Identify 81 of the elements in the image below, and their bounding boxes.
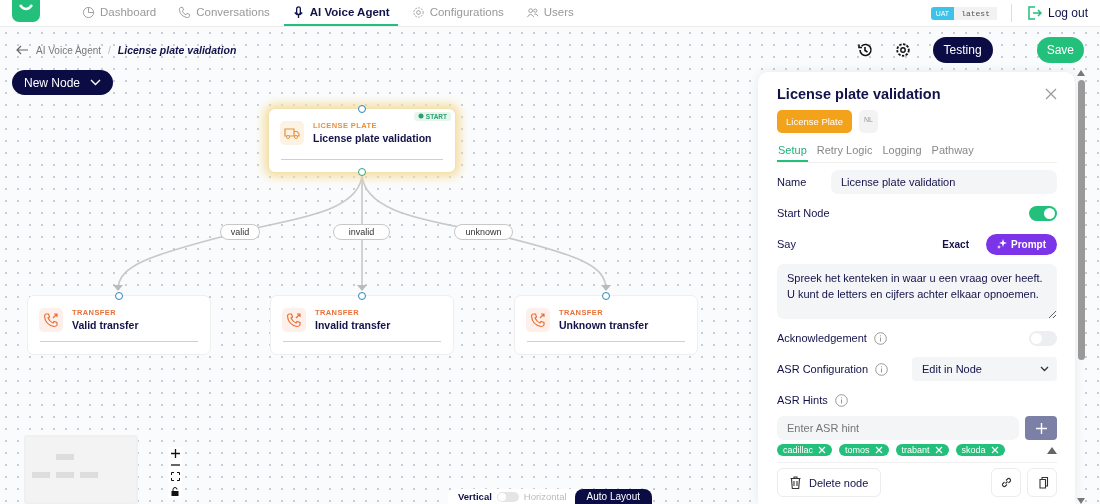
hint-chip: cadillac <box>777 444 832 456</box>
say-text-field[interactable]: Spreek het kenteken in waar u een vraag over heeft. U kunt de letters en cijfers achter elkaar opnoemen. <box>777 264 1057 319</box>
hint-chip: tomos <box>839 444 889 456</box>
chart-icon <box>82 5 95 19</box>
scroll-up-icon[interactable] <box>1047 446 1057 454</box>
name-field[interactable]: License plate validation <box>831 170 1057 194</box>
connection-handle[interactable] <box>115 292 123 300</box>
new-node-button[interactable]: New Node <box>12 70 114 95</box>
node-title: Invalid transfer <box>315 319 391 331</box>
copy-button[interactable] <box>1027 468 1057 497</box>
node-title: Unknown transfer <box>559 319 649 331</box>
connection-handle[interactable] <box>358 292 366 300</box>
phone-icon <box>526 308 550 332</box>
users-icon <box>525 5 539 19</box>
connection-handle[interactable] <box>358 168 366 176</box>
version-badge: latest <box>954 6 997 20</box>
phone-icon <box>282 308 306 332</box>
panel-tab[interactable]: Logging <box>881 142 923 162</box>
node-title: Valid transfer <box>72 319 139 331</box>
breadcrumb-separator: / <box>108 44 111 56</box>
toggle-switch[interactable] <box>1029 205 1057 221</box>
info-icon[interactable] <box>834 393 848 407</box>
trash-icon <box>790 476 801 489</box>
connection-handle[interactable] <box>602 292 610 300</box>
link-button[interactable] <box>991 468 1021 497</box>
panel-tab[interactable]: Retry Logic <box>815 142 874 162</box>
breadcrumb-current: License plate validation <box>117 44 237 56</box>
history-icon[interactable] <box>856 42 873 58</box>
scroll-up-icon[interactable] <box>1077 70 1085 76</box>
vertical-label: Vertical <box>458 491 492 502</box>
info-icon[interactable] <box>875 362 889 376</box>
back-arrow-icon[interactable] <box>16 45 29 55</box>
chevron-down-icon <box>90 79 102 86</box>
field-label: ASR Hints <box>777 394 828 406</box>
logout-icon <box>1025 5 1042 21</box>
edge-label: invalid <box>333 224 390 240</box>
link-icon <box>999 476 1013 489</box>
hint-chip: trabant <box>895 444 949 456</box>
asr-hint-field[interactable]: Enter ASR hint <box>777 416 1019 440</box>
logout-link[interactable]: Log out <box>1047 6 1088 20</box>
field-label: Acknowledgement <box>777 332 867 344</box>
scrollbar[interactable] <box>1076 70 1086 504</box>
scroll-down-icon[interactable] <box>1077 498 1085 504</box>
remove-icon[interactable] <box>990 446 999 454</box>
field-label: Say <box>777 238 796 250</box>
edge-label: valid <box>220 224 260 240</box>
hint-chip: skoda <box>955 444 1005 456</box>
panel-title: License plate validation <box>777 86 941 102</box>
testing-button[interactable]: Testing <box>932 37 993 63</box>
zoom-in-icon[interactable] <box>170 449 180 458</box>
orientation-toggle[interactable] <box>496 491 519 502</box>
sparkle-icon <box>997 239 1007 249</box>
asr-configuration-dropdown[interactable]: Edit in Node <box>912 357 1057 381</box>
settings-icon[interactable] <box>894 42 911 58</box>
panel-tab[interactable]: Pathway <box>930 142 975 162</box>
phone-icon <box>178 5 192 19</box>
field-label: Name <box>777 176 807 188</box>
plus-icon <box>1035 422 1047 434</box>
close-icon[interactable] <box>1045 88 1057 100</box>
delete-node-button[interactable]: Delete node <box>777 468 882 497</box>
chevron-down-icon <box>1040 366 1049 372</box>
lock-icon[interactable] <box>171 487 179 496</box>
settings-icon <box>411 5 425 19</box>
auto-layout-button[interactable]: Auto Layout <box>574 489 652 504</box>
fit-view-icon[interactable] <box>170 472 180 481</box>
field-label: Start Node <box>777 207 830 219</box>
phone-icon <box>39 308 63 332</box>
node-tag: License Plate <box>777 110 853 133</box>
info-icon[interactable] <box>873 331 887 345</box>
field-label: ASR Configuration <box>777 363 869 375</box>
node-title: License plate validation <box>313 132 432 144</box>
remove-icon[interactable] <box>818 446 826 454</box>
breadcrumb-link[interactable]: AI Voice Agent <box>36 44 102 56</box>
edge-label: unknown <box>454 224 513 240</box>
truck-icon <box>280 121 304 145</box>
add-hint-button[interactable] <box>1025 416 1057 440</box>
remove-icon[interactable] <box>934 446 943 454</box>
mode-button[interactable]: Prompt <box>986 233 1057 255</box>
connection-handle[interactable] <box>358 105 366 113</box>
horizontal-label: Horizontal <box>523 491 567 502</box>
remove-icon[interactable] <box>874 446 883 454</box>
